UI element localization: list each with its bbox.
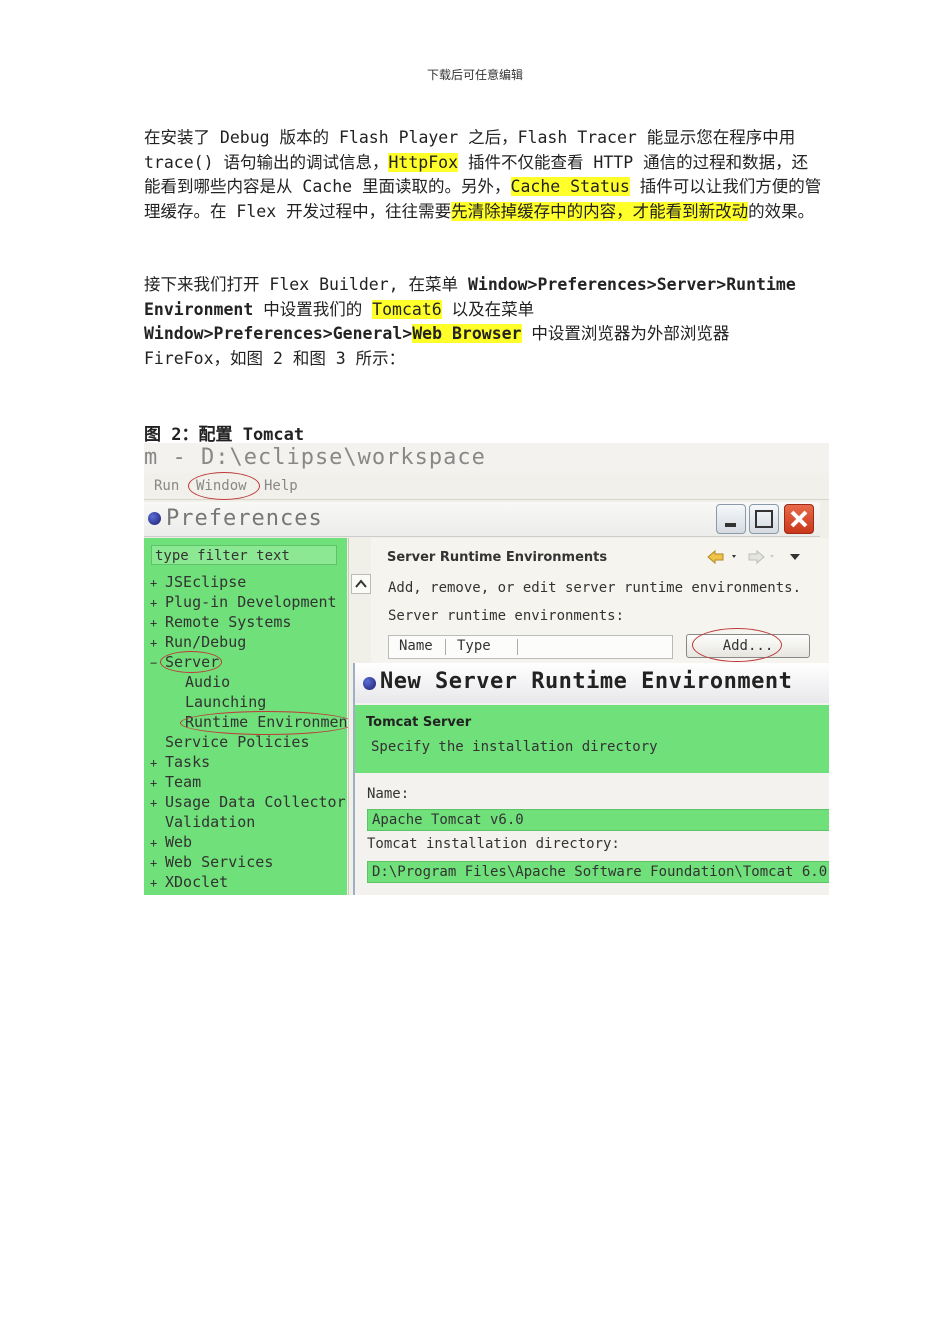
tree-item[interactable]: XDoclet	[165, 873, 228, 891]
maximize-button[interactable]	[749, 504, 779, 534]
window-title: m - D:\eclipse\workspace	[144, 443, 829, 473]
dialog-title-bar: New Server Runtime Environment	[355, 663, 829, 703]
dialog-description: Specify the installation directory	[371, 739, 658, 755]
tree-expander-icon[interactable]: +	[150, 876, 157, 890]
tree-expander-icon[interactable]: +	[150, 836, 157, 850]
menu-run[interactable]: Run	[154, 473, 179, 499]
para2-run: 中设置我们的	[253, 299, 373, 319]
tree-item[interactable]: Validation	[165, 813, 255, 831]
preferences-title: Preferences	[166, 506, 323, 531]
tree-expander-icon[interactable]: +	[150, 576, 157, 590]
column-name-header[interactable]: Name	[399, 638, 433, 654]
paragraph-intro: 在安装了 Debug 版本的 Flash Player 之后，Flash Tra…	[144, 126, 824, 224]
dialog-header: Tomcat Server	[366, 715, 472, 730]
para1-run: HttpFox	[388, 152, 459, 172]
preferences-tree-panel: type filter text + JSEclipse + Plug-in Deve…	[144, 538, 366, 898]
tree-item[interactable]: Web	[165, 833, 192, 851]
menu-help[interactable]: Help	[264, 473, 298, 499]
preferences-title-bar: Preferences	[144, 502, 820, 537]
tree-item[interactable]: Audio	[185, 673, 230, 691]
tree-expander-icon[interactable]: +	[150, 596, 157, 610]
tree-item[interactable]: JSEclipse	[165, 573, 246, 591]
tree-expander-icon[interactable]: +	[150, 856, 157, 870]
name-field[interactable]: Apache Tomcat v6.0	[367, 809, 829, 831]
eclipse-icon	[363, 677, 376, 690]
tree-expander-icon[interactable]: +	[150, 636, 157, 650]
paragraph-flex-builder: 接下来我们打开 Flex Builder, 在菜单 Window>Prefere…	[144, 273, 824, 371]
column-type-header[interactable]: Type	[457, 638, 491, 654]
scroll-up-button[interactable]	[351, 574, 371, 594]
para2-run: Window>Preferences>General>	[144, 324, 413, 343]
filter-input[interactable]: type filter text	[151, 545, 337, 565]
tree-item[interactable]: Service Policies	[165, 733, 310, 751]
dialog-banner: Tomcat Server Specify the installation d…	[355, 705, 829, 773]
tree-item[interactable]: Tasks	[165, 753, 210, 771]
page-description: Add, remove, or edit server runtime envi…	[388, 580, 802, 596]
highlight-oval	[180, 711, 354, 735]
page-header: 下载后可任意编辑	[426, 68, 523, 82]
minimize-button[interactable]	[716, 504, 746, 534]
para1-run: 的效果。	[748, 201, 815, 221]
highlight-oval-window	[188, 472, 260, 500]
close-button[interactable]	[784, 504, 814, 534]
runtime-table[interactable]: Name Type	[388, 635, 673, 659]
tree-item[interactable]: Web Services	[165, 853, 273, 871]
name-label: Name:	[367, 786, 410, 802]
figure-caption: 图 2：配置 Tomcat	[144, 425, 305, 445]
highlight-oval-add	[692, 628, 782, 662]
tree-expander-icon[interactable]: +	[150, 796, 157, 810]
para2-run: Web Browser	[412, 324, 522, 343]
server-runtime-page: Server Runtime Environments Add, remove,…	[371, 538, 829, 668]
eclipse-screenshot: m - D:\eclipse\workspace Run Window Help…	[144, 443, 829, 898]
para2-run: Tomcat6	[372, 299, 442, 319]
tree-expander-icon[interactable]: −	[150, 656, 157, 670]
highlight-oval	[160, 651, 222, 673]
page-heading: Server Runtime Environments	[387, 550, 608, 565]
new-server-runtime-dialog: New Server Runtime Environment Tomcat Se…	[353, 663, 829, 898]
para2-run: 接下来我们打开 Flex Builder, 在菜单	[144, 275, 468, 294]
install-dir-field[interactable]: D:\Program Files\Apache Software Foundat…	[367, 861, 829, 883]
tree-item[interactable]: Team	[165, 773, 201, 791]
runtime-list-label: Server runtime environments:	[388, 608, 625, 624]
tree-item[interactable]: Remote Systems	[165, 613, 291, 631]
nav-arrows-icon[interactable]	[706, 550, 816, 568]
tree-item[interactable]: Plug-in Development	[165, 593, 337, 611]
tree-item[interactable]: Usage Data Collector	[165, 793, 346, 811]
eclipse-icon	[148, 512, 161, 525]
tree-expander-icon[interactable]: +	[150, 776, 157, 790]
para1-run: Cache Status	[510, 177, 630, 196]
tree-expander-icon[interactable]: +	[150, 616, 157, 630]
tree-expander-icon[interactable]: +	[150, 756, 157, 770]
tree-item[interactable]: Launching	[185, 693, 266, 711]
para2-run: 以及在菜单	[441, 299, 545, 319]
dialog-title: New Server Runtime Environment	[380, 669, 793, 694]
tree-item[interactable]: Run/Debug	[165, 633, 246, 651]
install-dir-label: Tomcat installation directory:	[367, 836, 620, 852]
para1-run: 先清除掉缓存中的内容，才能看到新改动	[451, 201, 749, 221]
